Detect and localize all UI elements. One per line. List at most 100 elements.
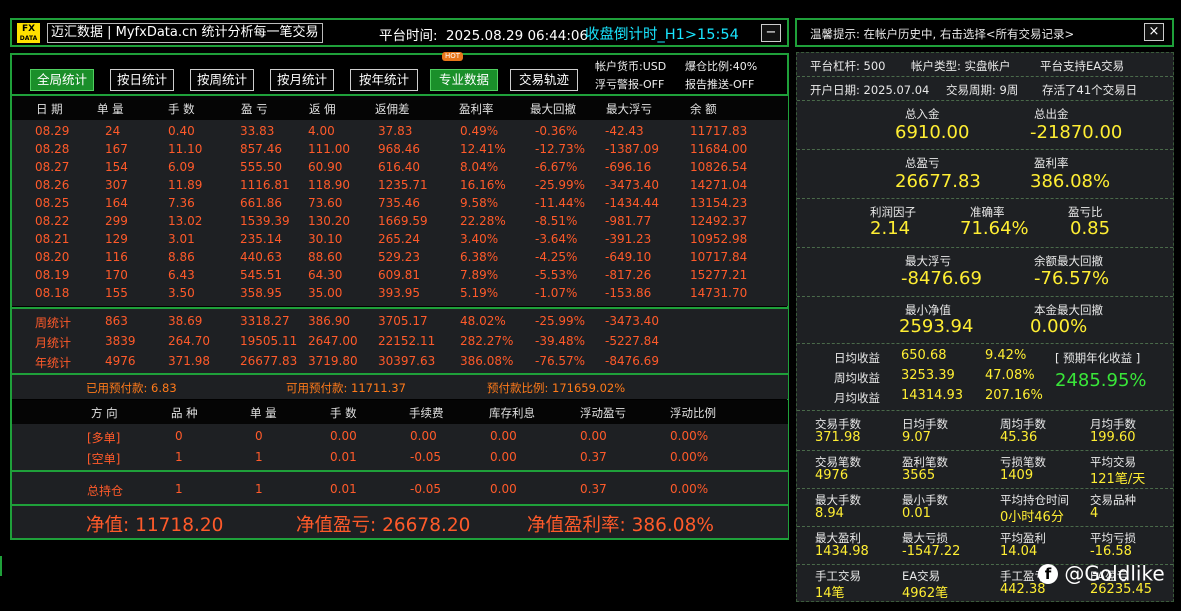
float-alert[interactable]: 浮亏警报-OFF [595, 76, 664, 92]
daily-cell: 154 [105, 160, 128, 174]
summary-cell: 3318.27 [240, 314, 290, 328]
daily-cell: 7.36 [168, 196, 195, 210]
daily-cell: 529.23 [378, 250, 420, 264]
daily-cell: 14731.70 [690, 286, 748, 300]
total-cell: 总持仓 [87, 484, 124, 498]
daily-cell: 64.30 [308, 268, 343, 282]
position-cell: 0.00 [410, 429, 437, 443]
col-profit-rate: 盈利率 [459, 102, 494, 116]
summary-cell: 38.69 [168, 314, 203, 328]
daily-cell: 13154.23 [690, 196, 748, 210]
btn-daily-stats[interactable]: 按日统计 [110, 69, 174, 91]
daily-cell: 08.28 [35, 142, 70, 156]
daily-cell: 3.50 [168, 286, 195, 300]
daily-cell: -3473.40 [605, 178, 659, 192]
summary-cell: 386.08% [460, 354, 514, 368]
big-stat-value: 2593.94 [899, 316, 974, 337]
day-avg-value: 650.68 [901, 348, 947, 363]
position-cell: 0 [255, 429, 263, 443]
account-type: 帐户类型: 实盘帐户 [911, 59, 1011, 73]
daily-cell: -817.26 [605, 268, 652, 282]
daily-cell: 393.95 [378, 286, 420, 300]
daily-cell: 08.27 [35, 160, 70, 174]
daily-cell: 3.01 [168, 232, 195, 246]
daily-cell: 08.26 [35, 178, 70, 192]
daily-cell: 08.18 [35, 286, 70, 300]
margin-ratio: 爆仓比例:40% [685, 60, 758, 73]
btn-global-stats[interactable]: 全局统计 [30, 69, 94, 91]
platform-time: 平台时间: 2025.08.29 06:44:06 [379, 28, 589, 44]
hot-badge: HOT [442, 52, 464, 61]
btn-monthly-stats[interactable]: 按月统计 [270, 69, 334, 91]
daily-cell: 24 [105, 124, 121, 138]
col-commission: 手续费 [409, 406, 444, 420]
position-cell: -0.05 [410, 450, 442, 464]
daily-cell: 6.43 [168, 268, 195, 282]
daily-cell: -42.43 [605, 124, 644, 138]
daily-cell: 8.04% [460, 160, 499, 174]
daily-cell: -696.16 [605, 160, 652, 174]
daily-cell: 555.50 [240, 160, 282, 174]
btn-pro-data[interactable]: 专业数据 [430, 69, 498, 91]
position-cell: 0 [175, 429, 183, 443]
summary-cell: 月统计 [35, 336, 72, 350]
daily-cell: -12.73% [535, 142, 586, 156]
close-button[interactable]: × [1144, 23, 1164, 41]
big-stat-value: 0.00% [1030, 316, 1088, 337]
annual-value: 2485.95% [1055, 370, 1147, 391]
position-table-header: 方 向 品 种 单 量 手 数 手续费 库存利息 浮动盈亏 浮动比例 [12, 400, 788, 424]
minimize-button[interactable]: − [761, 24, 781, 42]
week-avg-value: 3253.39 [901, 368, 955, 383]
watermark: f @Goldlike [1038, 560, 1165, 586]
daily-cell: 08.29 [35, 124, 70, 138]
col-float-ratio: 浮动比例 [670, 406, 716, 420]
daily-cell: 129 [105, 232, 128, 246]
daily-cell: 8.86 [168, 250, 195, 264]
position-cell: [空单] [87, 452, 121, 466]
daily-cell: 265.24 [378, 232, 420, 246]
summary-cell: 48.02% [460, 314, 506, 328]
daily-cell: 3.40% [460, 232, 499, 246]
stat-value: 9.07 [902, 430, 931, 445]
summary-cell: 30397.63 [378, 354, 436, 368]
summary-cell: 386.90 [308, 314, 350, 328]
btn-trade-track[interactable]: 交易轨迹 [510, 69, 578, 91]
daily-cell: 155 [105, 286, 128, 300]
summary-cell: -8476.69 [605, 354, 659, 368]
daily-cell: 616.40 [378, 160, 420, 174]
daily-cell: 9.58% [460, 196, 499, 210]
daily-cell: -8.51% [535, 214, 578, 228]
stat-value: 0小时46分 [1000, 510, 1064, 525]
stat-value: 8.94 [815, 506, 844, 521]
stat-value: 1409 [1000, 468, 1034, 483]
daily-cell: -1434.44 [605, 196, 659, 210]
btn-weekly-stats[interactable]: 按周统计 [190, 69, 254, 91]
position-cell: 1 [255, 450, 263, 464]
col-swap: 库存利息 [489, 406, 535, 420]
btn-yearly-stats[interactable]: 按年统计 [350, 69, 418, 91]
summary-cell: -5227.84 [605, 334, 659, 348]
summary-cell: 周统计 [35, 316, 72, 330]
daily-cell: 11684.00 [690, 142, 748, 156]
summary-cell: 26677.83 [240, 354, 298, 368]
big-stat-label: 总盈亏 [905, 156, 940, 170]
stat-value: 4 [1090, 506, 1099, 521]
report-push[interactable]: 报告推送-OFF [685, 76, 754, 92]
summary-cell: 282.27% [460, 334, 514, 348]
daily-cell: 307 [105, 178, 128, 192]
summary-cell: -25.99% [535, 314, 586, 328]
daily-cell: 35.00 [308, 286, 343, 300]
daily-cell: 13.02 [168, 214, 203, 228]
big-stat-label: 最大浮亏 [905, 254, 951, 268]
col-balance: 余 额 [690, 102, 717, 116]
daily-cell: 358.95 [240, 286, 282, 300]
open-date: 开户日期: 2025.07.04 [810, 83, 930, 97]
total-cell: 0.00% [670, 482, 709, 496]
daily-cell: 440.63 [240, 250, 282, 264]
position-cell: 0.37 [580, 450, 607, 464]
daily-cell: 164 [105, 196, 128, 210]
daily-cell: 111.00 [308, 142, 350, 156]
daily-table-header: 日 期 单 量 手 数 盈 亏 返 佣 返佣差 盈利率 最大回撤 最大浮亏 余 … [12, 96, 788, 120]
daily-cell: 130.20 [308, 214, 350, 228]
daily-cell: -3.64% [535, 232, 578, 246]
